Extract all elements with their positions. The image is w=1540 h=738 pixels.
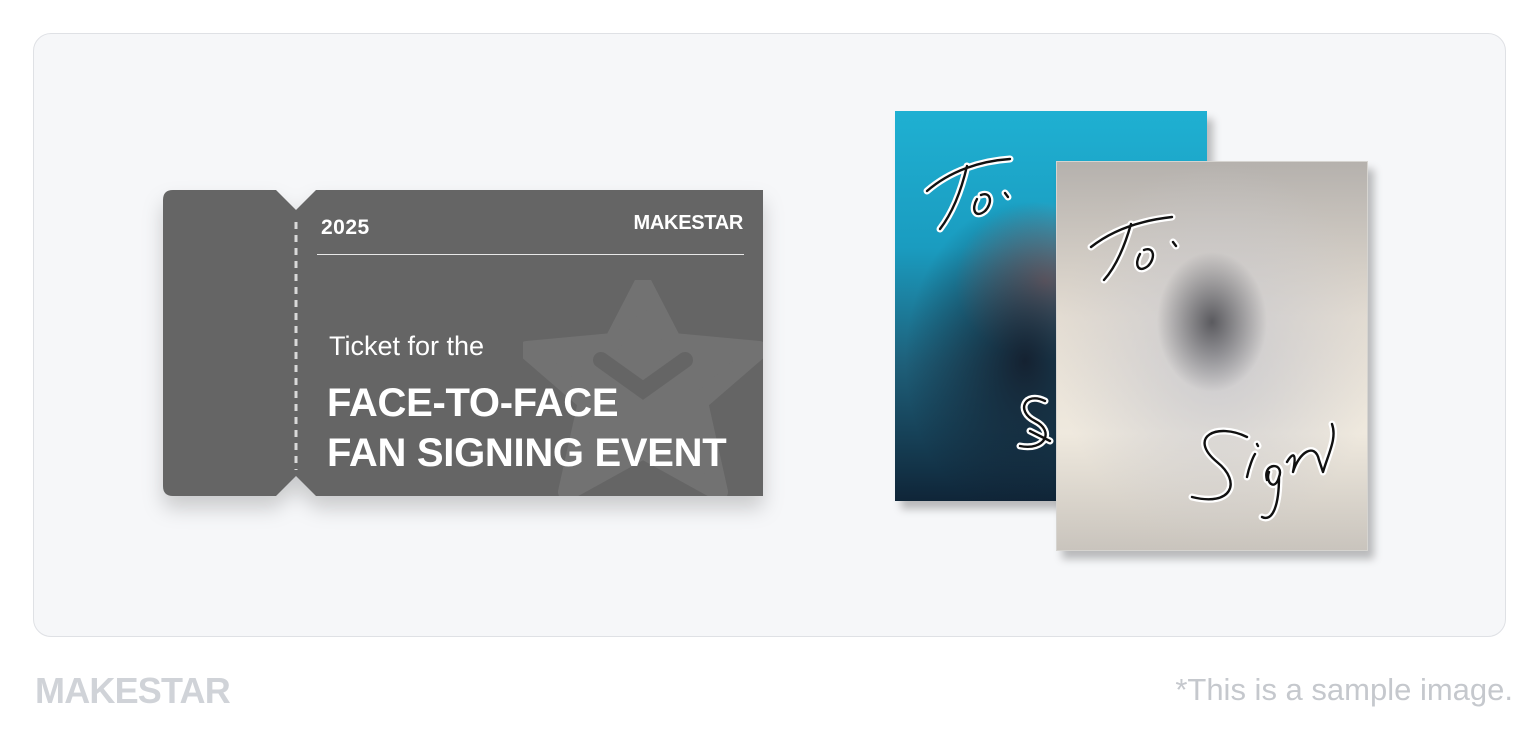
ticket-subtitle: Ticket for the: [329, 331, 485, 361]
album-front-handwriting: [1087, 213, 1338, 522]
ticket-title-line-2: FAN SIGNING EVENT: [327, 431, 727, 475]
fan-sign-ticket: 2025 MAKESTAR Ticket for the FACE-TO-FAC…: [163, 190, 763, 496]
footer-brand-logo: MAKESTAR: [35, 670, 231, 711]
album-front: [1056, 161, 1368, 551]
ticket-year: 2025: [321, 216, 370, 239]
ticket-title-line-1: FACE-TO-FACE: [327, 381, 619, 425]
sample-image-note: *This is a sample image.: [1175, 672, 1513, 707]
ticket-brand-logo: MAKESTAR: [633, 212, 744, 234]
ticket-divider: [317, 254, 744, 255]
ticket-title: FACE-TO-FACE FAN SIGNING EVENT: [327, 378, 727, 478]
